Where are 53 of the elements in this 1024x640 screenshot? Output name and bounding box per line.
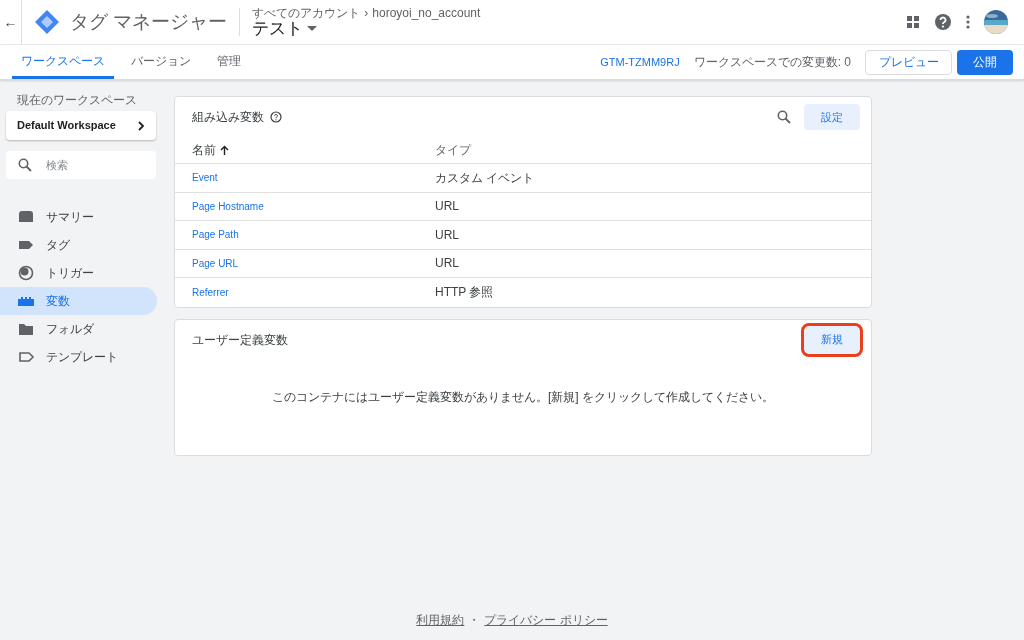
container-id[interactable]: GTM-TZMM9RJ bbox=[600, 53, 680, 71]
changes-count: ワークスペースでの変更数: 0 bbox=[693, 54, 851, 71]
card-title: ユーザー定義変数 bbox=[192, 331, 288, 349]
table-cell-text: URL bbox=[435, 198, 459, 216]
apps-grid-icon[interactable] bbox=[906, 15, 920, 29]
breadcrumb-link[interactable]: すべてのアカウント bbox=[252, 6, 361, 20]
chevron-right-icon bbox=[137, 120, 145, 131]
table-cell-text: HTTP 参照 bbox=[435, 284, 494, 302]
search-field[interactable]: 検索 bbox=[6, 151, 156, 179]
circles-icon bbox=[16, 263, 36, 283]
table-cell-text: URL bbox=[435, 255, 459, 273]
tab[interactable]: 管理 bbox=[208, 45, 250, 79]
nav-item[interactable]: テンプレート bbox=[0, 343, 157, 371]
column-header: タイプ bbox=[435, 142, 471, 159]
container-selector[interactable]: テスト bbox=[252, 20, 481, 38]
configure-button[interactable]: 設定 bbox=[804, 104, 860, 130]
account-link[interactable]: horoyoi_no_account bbox=[372, 6, 481, 20]
back-button[interactable]: ← bbox=[0, 0, 22, 44]
card-title: 組み込み変数 bbox=[192, 109, 264, 126]
nav-item[interactable]: 変数 bbox=[0, 287, 157, 315]
caret-icon bbox=[307, 26, 318, 32]
search-icon[interactable] bbox=[777, 110, 791, 124]
nav-item[interactable]: サマリー bbox=[0, 203, 157, 231]
variable-link[interactable]: Referrer bbox=[192, 286, 229, 298]
tab[interactable]: ワークスペース bbox=[12, 45, 114, 79]
variable-link[interactable]: Page Path bbox=[192, 229, 239, 241]
product-name: タグ マネージャー bbox=[70, 9, 228, 34]
search-icon bbox=[18, 158, 32, 172]
table-cell-text: カスタム イベント bbox=[435, 169, 535, 187]
workspace-selector[interactable]: Default Workspace bbox=[6, 111, 156, 140]
nav-item[interactable]: フォルダ bbox=[0, 315, 157, 343]
footer-link[interactable]: プライバシー ポリシー bbox=[484, 611, 608, 629]
preview-button[interactable]: プレビュー bbox=[865, 49, 952, 75]
nav-item[interactable]: トリガー bbox=[0, 259, 157, 287]
help-icon[interactable] bbox=[934, 13, 952, 31]
tab[interactable]: バージョン bbox=[122, 45, 200, 79]
footer-link[interactable]: 利用規約 bbox=[416, 611, 465, 629]
new-button[interactable]: 新規 bbox=[801, 322, 863, 357]
variable-link[interactable]: Page Hostname bbox=[192, 200, 264, 212]
publish-button[interactable]: 公開 bbox=[957, 49, 1013, 75]
help-outline-icon[interactable] bbox=[270, 111, 282, 123]
diamond-logo-icon bbox=[34, 9, 60, 35]
nav-item[interactable]: タグ bbox=[0, 231, 157, 259]
variable-link[interactable]: Page URL bbox=[192, 257, 239, 269]
separator-dot: ・ bbox=[468, 612, 481, 629]
empty-message: このコンテナにはユーザー定義変数がありません。[新規] をクリックして作成してください。 bbox=[272, 389, 774, 406]
variable-link[interactable]: Event bbox=[192, 172, 218, 184]
arrow-up-icon[interactable] bbox=[220, 145, 229, 155]
more-vertical-icon[interactable] bbox=[966, 15, 970, 29]
column-header[interactable]: 名前 bbox=[192, 141, 216, 159]
workspace-label: 現在のワークスペース bbox=[17, 94, 138, 107]
breadcrumb-separator: › bbox=[364, 6, 369, 20]
table-cell-text: URL bbox=[435, 226, 459, 244]
